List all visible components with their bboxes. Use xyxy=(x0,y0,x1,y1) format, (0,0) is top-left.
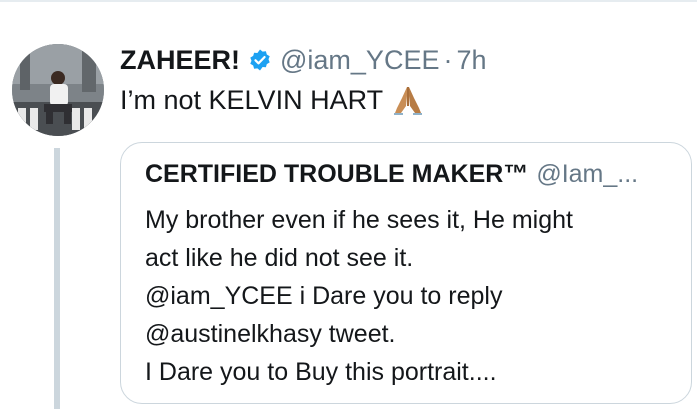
tweet-timestamp[interactable]: 7h xyxy=(456,45,486,76)
quoted-tweet-header: CERTIFIED TROUBLE MAKER™ @Iam_... xyxy=(145,157,638,191)
quoted-text-line: My brother even if he sees it, He might xyxy=(145,206,573,234)
quoted-text-line: I Dare you to Buy this portrait.... xyxy=(145,358,497,386)
separator-dot: · xyxy=(443,44,453,75)
tweet-header: ZAHEER! @iam_YCEE · 7h xyxy=(120,42,487,78)
quoted-display-name: CERTIFIED TROUBLE MAKER™ xyxy=(145,160,529,188)
thread-connector-line xyxy=(54,148,60,409)
tweet-text-content: I’m not KELVIN HART xyxy=(120,85,384,115)
verified-badge-icon xyxy=(248,48,272,72)
quoted-text-line: @iam_YCEE i Dare you to reply xyxy=(145,282,503,310)
quoted-tweet-card[interactable]: CERTIFIED TROUBLE MAKER™ @Iam_... My brot… xyxy=(120,142,692,404)
folded-hands-icon xyxy=(391,84,425,116)
quoted-tweet-text: My brother even if he sees it, He might … xyxy=(145,201,685,391)
display-name[interactable]: ZAHEER! xyxy=(120,45,240,76)
quoted-text-line: @austinelkhasy tweet. xyxy=(145,320,396,348)
user-handle[interactable]: @iam_YCEE xyxy=(280,45,439,76)
avatar[interactable] xyxy=(12,44,104,136)
quoted-text-line: act like he did not see it. xyxy=(145,244,414,272)
tweet-text: I’m not KELVIN HART xyxy=(120,82,425,118)
quoted-user-handle: @Iam_... xyxy=(536,160,639,188)
top-divider xyxy=(0,0,697,2)
